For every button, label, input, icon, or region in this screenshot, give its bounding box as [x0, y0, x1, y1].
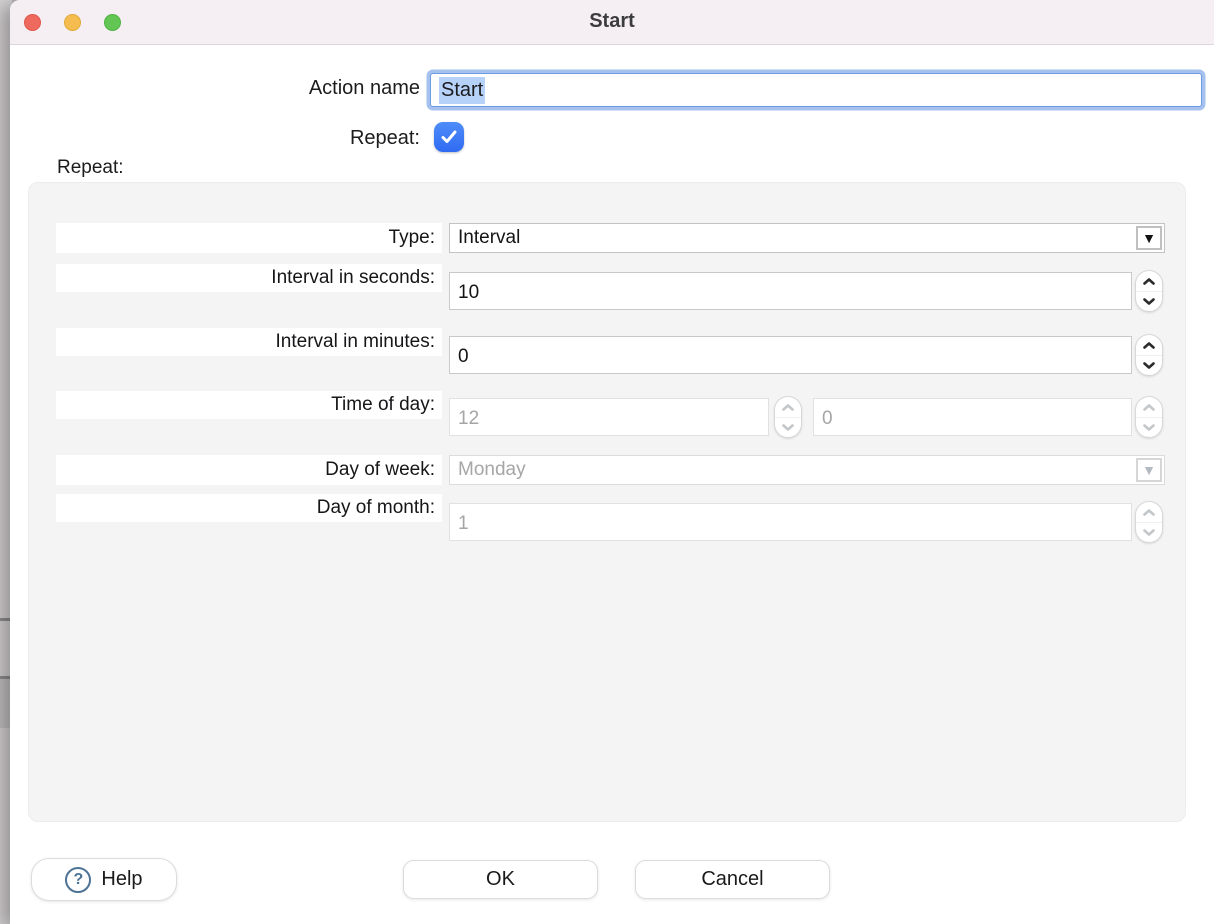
dropdown-arrow-icon[interactable]: ▼ — [1136, 226, 1162, 250]
time-of-day-minute-stepper — [1135, 396, 1163, 438]
start-action-dialog: Start Action name Start Repeat: Repeat: … — [10, 0, 1214, 924]
type-dropdown[interactable]: Interval ▼ — [449, 223, 1165, 253]
stepper-up-icon — [1136, 397, 1162, 417]
interval-seconds-input[interactable]: 10 — [449, 272, 1132, 310]
interval-seconds-stepper[interactable] — [1135, 270, 1163, 312]
help-button[interactable]: ? Help — [31, 858, 177, 901]
day-of-month-input: 1 — [449, 503, 1132, 541]
help-icon: ? — [65, 867, 91, 893]
day-of-month-stepper — [1135, 501, 1163, 543]
stepper-down-icon[interactable] — [1136, 291, 1162, 311]
dropdown-arrow-icon: ▼ — [1136, 458, 1162, 482]
repeat-group-caption: Repeat: — [57, 157, 124, 179]
stepper-up-icon — [1136, 502, 1162, 522]
action-name-input[interactable]: Start — [430, 73, 1202, 107]
title-bar: Start — [10, 0, 1214, 45]
time-of-day-minute-value: 0 — [822, 408, 833, 430]
interval-minutes-input[interactable]: 0 — [449, 336, 1132, 374]
time-of-day-hour-input: 12 — [449, 398, 769, 436]
window-title: Start — [10, 10, 1214, 33]
time-of-day-minute-input: 0 — [813, 398, 1132, 436]
time-of-day-hour-stepper — [774, 396, 802, 438]
ok-button[interactable]: OK — [403, 860, 598, 899]
time-of-day-hour-value: 12 — [458, 408, 479, 430]
cancel-button-label: Cancel — [701, 868, 763, 891]
interval-minutes-value: 0 — [458, 346, 469, 368]
interval-minutes-label: Interval in minutes: — [56, 328, 442, 356]
interval-seconds-value: 10 — [458, 282, 479, 304]
stepper-up-icon[interactable] — [1136, 335, 1162, 355]
stepper-down-icon — [775, 417, 801, 437]
stepper-down-icon[interactable] — [1136, 355, 1162, 375]
day-of-week-dropdown: Monday ▼ — [449, 455, 1165, 485]
repeat-group-box: Type: Interval ▼ Interval in seconds: 10… — [28, 182, 1186, 822]
type-label: Type: — [56, 223, 442, 253]
action-name-value: Start — [439, 77, 485, 104]
stepper-up-icon — [775, 397, 801, 417]
stepper-down-icon — [1136, 417, 1162, 437]
day-of-week-value: Monday — [458, 459, 526, 481]
time-of-day-label: Time of day: — [56, 391, 442, 419]
repeat-label: Repeat: — [160, 127, 420, 150]
repeat-checkbox[interactable] — [434, 122, 464, 152]
stepper-down-icon — [1136, 522, 1162, 542]
type-dropdown-value: Interval — [458, 227, 520, 249]
day-of-month-value: 1 — [458, 513, 469, 535]
day-of-week-label: Day of week: — [56, 455, 442, 485]
cancel-button[interactable]: Cancel — [635, 860, 830, 899]
interval-seconds-label: Interval in seconds: — [56, 264, 442, 292]
stepper-up-icon[interactable] — [1136, 271, 1162, 291]
ok-button-label: OK — [486, 868, 515, 891]
interval-minutes-stepper[interactable] — [1135, 334, 1163, 376]
day-of-month-label: Day of month: — [56, 494, 442, 522]
help-button-label: Help — [101, 868, 142, 891]
checkmark-icon — [440, 129, 458, 145]
action-name-label: Action name — [160, 77, 420, 100]
